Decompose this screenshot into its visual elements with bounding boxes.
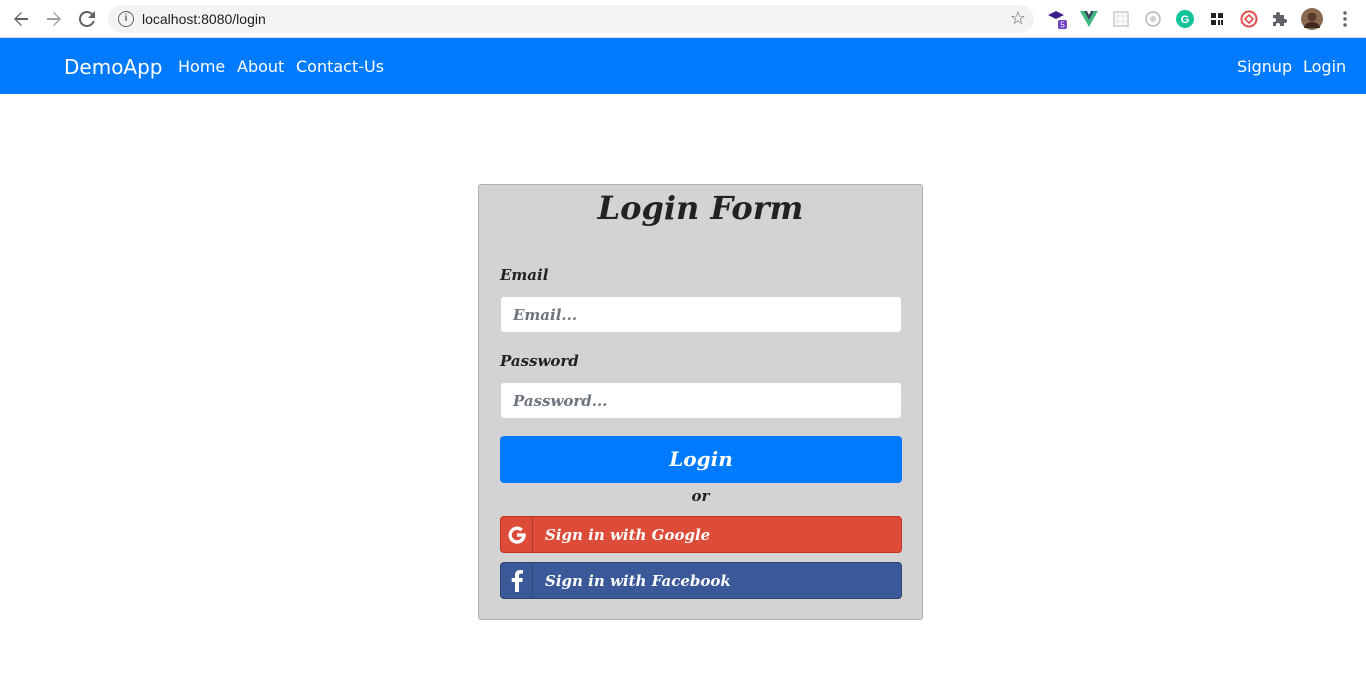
avatar[interactable] — [1301, 8, 1323, 30]
back-arrow-icon[interactable] — [9, 7, 33, 31]
menu-dots-icon[interactable] — [1335, 9, 1355, 29]
extension-circle-icon[interactable] — [1143, 9, 1163, 29]
vue-devtools-icon[interactable] — [1079, 9, 1099, 29]
google-signin-button[interactable]: Sign in with Google — [500, 516, 902, 553]
facebook-icon — [501, 563, 533, 598]
email-label: Email — [500, 266, 549, 284]
extension-badge: 5 — [1060, 21, 1065, 30]
or-separator: or — [691, 487, 710, 505]
address-bar[interactable]: i localhost:8080/login ☆ — [108, 5, 1034, 33]
url-text: localhost:8080/login — [142, 11, 266, 27]
password-label: Password — [500, 352, 579, 370]
extension-red-icon[interactable] — [1239, 9, 1259, 29]
svg-text:G: G — [1181, 14, 1190, 26]
facebook-button-label: Sign in with Facebook — [545, 572, 731, 590]
grammarly-icon[interactable]: G — [1175, 9, 1195, 29]
brand-logo[interactable]: DemoApp — [64, 55, 163, 79]
reload-icon[interactable] — [75, 7, 99, 31]
extension-blocks-icon[interactable] — [1207, 9, 1227, 29]
forward-arrow-icon[interactable] — [42, 7, 66, 31]
info-icon[interactable]: i — [118, 11, 134, 27]
email-field[interactable] — [500, 296, 902, 333]
nav-link-login[interactable]: Login — [1303, 57, 1346, 76]
form-title: Login Form — [597, 189, 804, 227]
facebook-signin-button[interactable]: Sign in with Facebook — [500, 562, 902, 599]
nav-link-about[interactable]: About — [237, 57, 284, 76]
login-button[interactable]: Login — [500, 436, 902, 483]
nav-link-contact[interactable]: Contact-Us — [296, 57, 384, 76]
google-icon — [501, 517, 533, 552]
nav-link-home[interactable]: Home — [178, 57, 225, 76]
login-form-card: Login Form Email Password Login or Sign … — [478, 184, 923, 620]
google-button-label: Sign in with Google — [545, 526, 711, 544]
browser-toolbar: i localhost:8080/login ☆ 5 G — [0, 0, 1366, 38]
app-navbar: DemoApp Home About Contact-Us Signup Log… — [0, 38, 1366, 94]
star-icon[interactable]: ☆ — [1010, 8, 1026, 29]
password-field[interactable] — [500, 382, 902, 419]
extension-stack-icon[interactable]: 5 — [1047, 9, 1067, 29]
puzzle-icon[interactable] — [1270, 9, 1290, 29]
extension-grid-icon[interactable] — [1111, 9, 1131, 29]
nav-link-signup[interactable]: Signup — [1237, 57, 1292, 76]
